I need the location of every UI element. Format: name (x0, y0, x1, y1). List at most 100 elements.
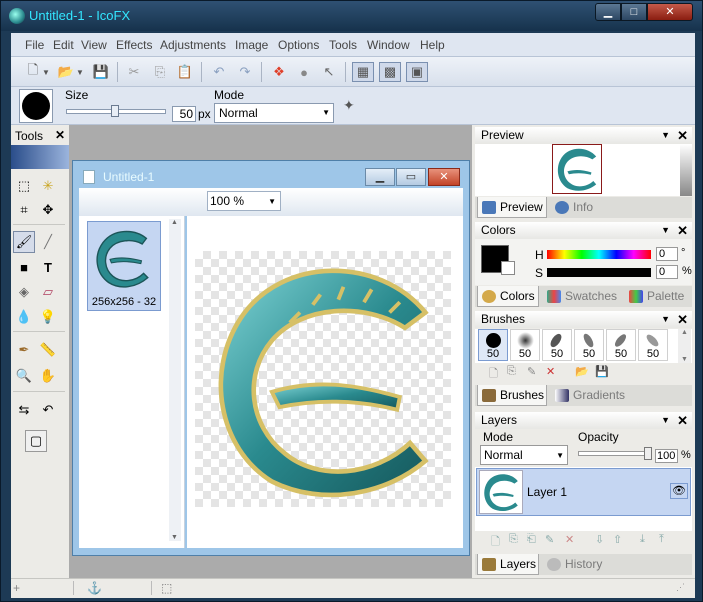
menu-options[interactable]: Options (278, 38, 319, 52)
open-dropdown-icon[interactable]: ▼ (75, 62, 85, 82)
line-tool-icon[interactable]: ╱ (37, 231, 59, 253)
windows-logo-icon[interactable]: ❖ (269, 62, 289, 82)
move-icon[interactable]: ✥ (37, 199, 59, 221)
tab-preview[interactable]: Preview (477, 197, 547, 218)
brush-item[interactable]: 50 (510, 329, 540, 361)
menu-image[interactable]: Image (235, 38, 268, 52)
load-brushes-icon[interactable]: 📂 (575, 365, 589, 378)
thumbnail-scrollbar[interactable]: ▲ ▼ (169, 219, 181, 541)
panel-menu-arrow-icon[interactable]: ▼ (661, 127, 670, 144)
icon-canvas[interactable] (195, 251, 451, 507)
secondary-color-swatch[interactable] (501, 261, 515, 275)
mode-select[interactable]: Normal ▼ (214, 103, 334, 123)
hand-icon[interactable]: ✋ (37, 365, 59, 387)
fill-bucket-icon[interactable]: ◈ (13, 281, 35, 303)
tab-swatches[interactable]: Swatches (543, 286, 621, 307)
save-brushes-icon[interactable]: 💾 (595, 365, 609, 378)
move-layer-bottom-icon[interactable]: ⤓ (640, 533, 645, 546)
menu-tools[interactable]: Tools (329, 38, 357, 52)
size-input[interactable]: 50 (172, 106, 196, 122)
resize-grip-icon[interactable]: ⋰ (676, 582, 690, 596)
panel-menu-arrow-icon[interactable]: ▼ (661, 311, 670, 328)
move-layer-top-icon[interactable]: ⤒ (659, 533, 664, 546)
close-icon[interactable]: ✕ (55, 128, 65, 142)
opacity-input[interactable]: 100 (655, 449, 678, 463)
rectangle-tool-icon[interactable]: ■ (13, 256, 35, 278)
apple-logo-icon[interactable]: ● (294, 62, 314, 82)
layer-row[interactable]: Layer 1 👁 (476, 468, 691, 516)
canvas-area[interactable] (187, 216, 463, 548)
quick-mask-icon[interactable]: ▢ (25, 430, 47, 452)
wand-tool-icon[interactable]: ✦ (343, 97, 355, 114)
brush-item[interactable]: 50 (574, 329, 604, 361)
magic-wand-icon[interactable]: ✳ (37, 175, 59, 197)
copy-icon[interactable]: ⎘ (150, 62, 170, 82)
tab-colors[interactable]: Colors (477, 286, 539, 307)
ruler-icon[interactable]: 📏 (37, 339, 59, 361)
duplicate-brush-icon[interactable]: ⎘ (507, 365, 516, 378)
close-icon[interactable]: ✕ (677, 311, 688, 328)
rect-select-icon[interactable]: ⬚ (13, 175, 35, 197)
paste-icon[interactable]: 📋 (175, 62, 195, 82)
close-icon[interactable]: ✕ (677, 127, 688, 144)
tab-history[interactable]: History (543, 554, 613, 575)
tab-brushes[interactable]: Brushes (477, 385, 547, 406)
brush-tool-icon[interactable]: 🖌 (13, 231, 35, 253)
redo-icon[interactable]: ↷ (235, 62, 255, 82)
duplicate-layer-icon[interactable]: ⎗ (527, 533, 536, 546)
new-file-icon[interactable]: 🗋 (23, 62, 43, 82)
menu-edit[interactable]: Edit (53, 38, 74, 52)
opacity-slider-thumb[interactable] (644, 447, 652, 460)
panel-menu-arrow-icon[interactable]: ▼ (661, 412, 670, 429)
hue-input[interactable]: 0 (656, 247, 678, 261)
delete-layer-icon[interactable]: ✕ (565, 533, 574, 546)
panel-menu-arrow-icon[interactable]: ▼ (661, 222, 670, 239)
doc-close-button[interactable]: ✕ (428, 168, 460, 186)
menu-adjustments[interactable]: Adjustments (160, 38, 226, 52)
view-transparent-icon[interactable]: ▩ (379, 62, 401, 82)
thumbnail-item[interactable]: 256x256 - 32 (87, 221, 161, 311)
hue-slider[interactable] (547, 250, 651, 259)
minimize-button[interactable]: ▁ (595, 3, 621, 21)
zoom-icon[interactable]: 🔍 (13, 365, 35, 387)
merge-layer-icon[interactable]: ⎘ (509, 533, 518, 546)
close-button[interactable]: ✕ (647, 3, 693, 21)
cut-icon[interactable]: ✂ (124, 62, 144, 82)
tab-layers[interactable]: Layers (477, 554, 539, 575)
eraser-icon[interactable]: ▱ (37, 281, 59, 303)
eyedropper-icon[interactable]: ✒ (13, 339, 35, 361)
new-dropdown-icon[interactable]: ▼ (41, 62, 51, 82)
opacity-slider-track[interactable] (578, 451, 652, 456)
brush-item[interactable]: 50 (478, 329, 508, 361)
app-icon[interactable] (9, 8, 25, 24)
menu-effects[interactable]: Effects (116, 38, 152, 52)
move-layer-down-icon[interactable]: ⇩ (595, 533, 604, 546)
tab-gradients[interactable]: Gradients (551, 385, 631, 406)
brush-item[interactable]: 50 (542, 329, 572, 361)
menu-file[interactable]: File (25, 38, 44, 52)
save-icon[interactable]: 💾 (91, 62, 111, 82)
light-bulb-icon[interactable]: 💡 (37, 306, 59, 328)
rotate-arrow-icon[interactable]: ↶ (37, 399, 59, 421)
new-layer-icon[interactable]: 🗋 (491, 533, 500, 552)
blur-drop-icon[interactable]: 💧 (13, 306, 35, 328)
menu-view[interactable]: View (81, 38, 107, 52)
zoom-select[interactable]: 100 % ▼ (207, 191, 281, 211)
close-icon[interactable]: ✕ (677, 412, 688, 429)
open-folder-icon[interactable]: 📂 (56, 62, 76, 82)
saturation-input[interactable]: 0 (656, 265, 678, 279)
tab-info[interactable]: Info (551, 197, 611, 218)
crop-icon[interactable]: ⌗ (13, 199, 35, 221)
view-grid-icon[interactable]: ▦ (352, 62, 374, 82)
tab-palette[interactable]: Palette (625, 286, 691, 307)
swap-arrows-icon[interactable]: ⇆ (13, 399, 35, 421)
undo-icon[interactable]: ↶ (209, 62, 229, 82)
cursor-icon[interactable]: ↖ (319, 62, 339, 82)
edit-brush-icon[interactable]: ✎ (527, 365, 536, 378)
title-bar[interactable]: Untitled-1 - IcoFX ▁ □ ✕ (1, 1, 702, 31)
brush-item[interactable]: 50 (638, 329, 668, 361)
menu-window[interactable]: Window (367, 38, 410, 52)
doc-maximize-button[interactable]: ▭ (396, 168, 426, 186)
menu-help[interactable]: Help (420, 38, 445, 52)
text-tool-icon[interactable]: T (37, 256, 59, 278)
